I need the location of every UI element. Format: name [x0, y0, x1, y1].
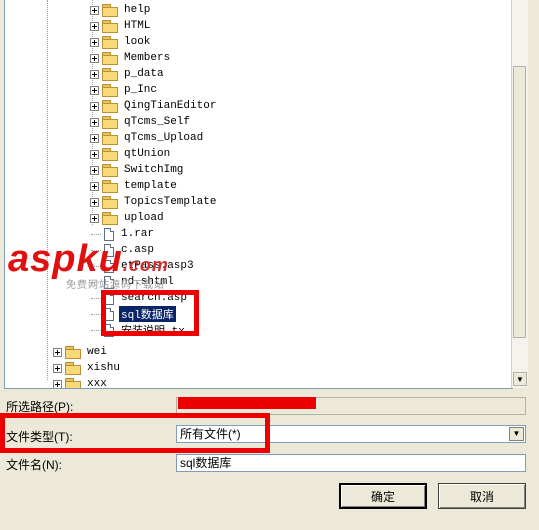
folder-icon — [102, 36, 118, 49]
tree-guide-line — [91, 297, 101, 299]
tree-folder-item[interactable]: look — [90, 34, 152, 50]
tree-folder-item[interactable]: QingTianEditor — [90, 98, 218, 114]
folder-icon — [102, 212, 118, 225]
tree-item-label: QingTianEditor — [124, 100, 217, 112]
tree-folder-item[interactable]: help — [90, 2, 152, 18]
tree-guide-line — [91, 233, 101, 235]
redacted-path-bar — [178, 397, 316, 409]
tree-item-label: upload — [124, 212, 164, 224]
tree-item-label: qTcms_Upload — [124, 132, 204, 144]
tree-item-label: look — [124, 36, 151, 48]
highlight-box-file — [101, 290, 199, 336]
tree-folder-item[interactable]: upload — [90, 210, 166, 226]
tree-item-label: HTML — [124, 20, 151, 32]
folder-icon — [102, 100, 118, 113]
filename-input[interactable]: sql数据库 — [176, 454, 526, 472]
tree-folder-item[interactable]: qtUnion — [90, 146, 172, 162]
tree-folder-item[interactable]: qTcms_Self — [90, 114, 192, 130]
tree-item-label: Members — [124, 52, 171, 64]
folder-icon — [65, 378, 81, 388]
tree-guide-line — [47, 0, 48, 380]
dropdown-arrow-icon[interactable]: ▼ — [509, 427, 524, 441]
folder-icon — [102, 132, 118, 145]
expand-icon[interactable] — [90, 5, 99, 15]
folder-tree[interactable]: help HTML look Members p_data p_Inc QingTianEd… — [4, 0, 513, 389]
tree-folder-item[interactable]: wei — [53, 344, 109, 360]
tree-folder-item[interactable]: template — [90, 178, 179, 194]
tree-item-label: xxx — [87, 378, 107, 389]
tree-folder-item[interactable]: SwitchImg — [90, 162, 185, 178]
expand-icon[interactable] — [53, 363, 62, 373]
tree-item-label: TopicsTemplate — [124, 196, 217, 208]
tree-item-label: p_data — [124, 68, 164, 80]
expand-icon[interactable] — [53, 379, 62, 388]
folder-icon — [102, 148, 118, 161]
expand-icon[interactable] — [90, 21, 99, 31]
tree-item-label: p_Inc — [124, 84, 158, 96]
scrollbar-thumb[interactable] — [513, 66, 526, 338]
expand-icon[interactable] — [90, 117, 99, 127]
tree-item-label: xishu — [87, 362, 121, 374]
expand-icon[interactable] — [90, 69, 99, 79]
folder-icon — [65, 346, 81, 359]
tree-guide-line — [91, 329, 101, 331]
folder-icon — [102, 52, 118, 65]
expand-icon[interactable] — [90, 181, 99, 191]
tree-scrollbar[interactable]: ▼ — [511, 0, 528, 388]
ok-button[interactable]: 确定 — [339, 483, 427, 509]
tree-folder-item[interactable]: p_Inc — [90, 82, 159, 98]
filename-label: 文件名(N): — [6, 458, 62, 472]
tree-folder-item[interactable]: xishu — [53, 360, 122, 376]
folder-icon — [102, 84, 118, 97]
expand-icon[interactable] — [90, 149, 99, 159]
expand-icon[interactable] — [90, 53, 99, 63]
folder-icon — [102, 180, 118, 193]
watermark-logo: aspku.com — [8, 238, 169, 280]
tree-folder-item[interactable]: Members — [90, 50, 172, 66]
expand-icon[interactable] — [90, 101, 99, 111]
folder-icon — [102, 196, 118, 209]
folder-icon — [102, 20, 118, 33]
expand-icon[interactable] — [90, 197, 99, 207]
watermark-subtitle: 免费网站源码下载站 — [66, 280, 165, 291]
cancel-button[interactable]: 取消 — [438, 483, 526, 509]
tree-item-label: qtUnion — [124, 148, 171, 160]
tree-guide-line — [91, 313, 101, 315]
expand-icon[interactable] — [90, 213, 99, 223]
tree-folder-item[interactable]: qTcms_Upload — [90, 130, 205, 146]
tree-item-label: wei — [87, 346, 107, 358]
highlight-box-filetype — [0, 413, 270, 453]
tree-folder-item[interactable]: TopicsTemplate — [90, 194, 218, 210]
tree-item-label: qTcms_Self — [124, 116, 191, 128]
tree-item-label: SwitchImg — [124, 164, 184, 176]
folder-icon — [65, 362, 81, 375]
expand-icon[interactable] — [90, 85, 99, 95]
folder-icon — [102, 4, 118, 17]
tree-folder-item[interactable]: xxx — [53, 376, 109, 389]
expand-icon[interactable] — [53, 347, 62, 357]
expand-icon[interactable] — [90, 165, 99, 175]
tree-folder-item[interactable]: p_data — [90, 66, 166, 82]
tree-folder-item[interactable]: HTML — [90, 18, 152, 34]
tree-item-label: template — [124, 180, 177, 192]
folder-icon — [102, 68, 118, 81]
scroll-down-button[interactable]: ▼ — [513, 372, 527, 386]
folder-icon — [102, 164, 118, 177]
folder-icon — [102, 116, 118, 129]
tree-item-label: help — [124, 4, 151, 16]
expand-icon[interactable] — [90, 37, 99, 47]
expand-icon[interactable] — [90, 133, 99, 143]
arrow-down-icon: ▼ — [516, 374, 524, 384]
